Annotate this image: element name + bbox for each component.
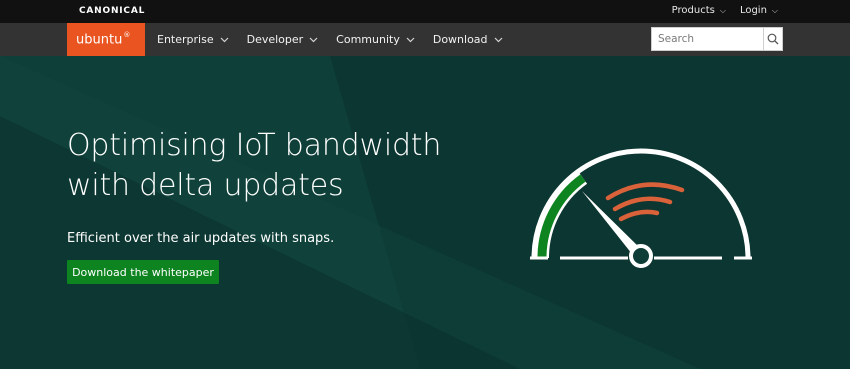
login-menu[interactable]: Login ⌵ (740, 5, 778, 16)
hero-subtitle: Efficient over the air updates with snap… (67, 231, 335, 246)
top-links: Products ⌵ Login ⌵ (672, 5, 778, 16)
nav-item-community[interactable]: Community (336, 33, 415, 46)
chevron-down-icon (220, 37, 229, 42)
chevron-down-icon (406, 37, 415, 42)
chevron-down-icon (494, 37, 502, 42)
hero-title: Optimising IoT bandwidth with delta upda… (67, 126, 507, 206)
search-button[interactable] (763, 28, 782, 50)
ubuntu-logo-text: ubuntu (76, 32, 123, 48)
search-input[interactable] (652, 28, 763, 50)
hero-section: Optimising IoT bandwidth with delta upda… (0, 56, 850, 369)
main-navigation: ubuntu® Enterprise Developer Community D… (0, 23, 850, 56)
products-label: Products (671, 5, 715, 16)
nav-item-enterprise[interactable]: Enterprise (157, 33, 229, 46)
search-box (651, 27, 783, 51)
canonical-logo[interactable]: CANONICAL (79, 6, 145, 16)
nav-item-label: Download (432, 33, 488, 46)
nav-item-label: Developer (246, 33, 304, 46)
speedometer-icon (530, 148, 752, 268)
nav-item-label: Enterprise (157, 33, 214, 46)
chevron-down-icon: ⌵ (771, 5, 778, 15)
hero-title-line: Optimising IoT bandwidth (67, 128, 442, 163)
ubuntu-logo-mark: ® (123, 31, 131, 39)
hero-title-line: with delta updates (67, 168, 344, 203)
ubuntu-logo[interactable]: ubuntu® (67, 23, 145, 56)
download-whitepaper-button[interactable]: Download the whitepaper (67, 260, 219, 284)
chevron-down-icon: ⌵ (719, 5, 726, 15)
nav-item-download[interactable]: Download (433, 33, 503, 46)
canonical-top-bar: CANONICAL Products ⌵ Login ⌵ (0, 0, 850, 23)
chevron-down-icon (309, 37, 318, 42)
nav-item-label: Community (336, 33, 400, 46)
products-menu[interactable]: Products ⌵ (672, 5, 726, 16)
search-icon (767, 33, 779, 45)
login-label: Login (739, 5, 767, 16)
nav-items: Enterprise Developer Community Download (157, 23, 521, 56)
nav-item-developer[interactable]: Developer (247, 33, 319, 46)
